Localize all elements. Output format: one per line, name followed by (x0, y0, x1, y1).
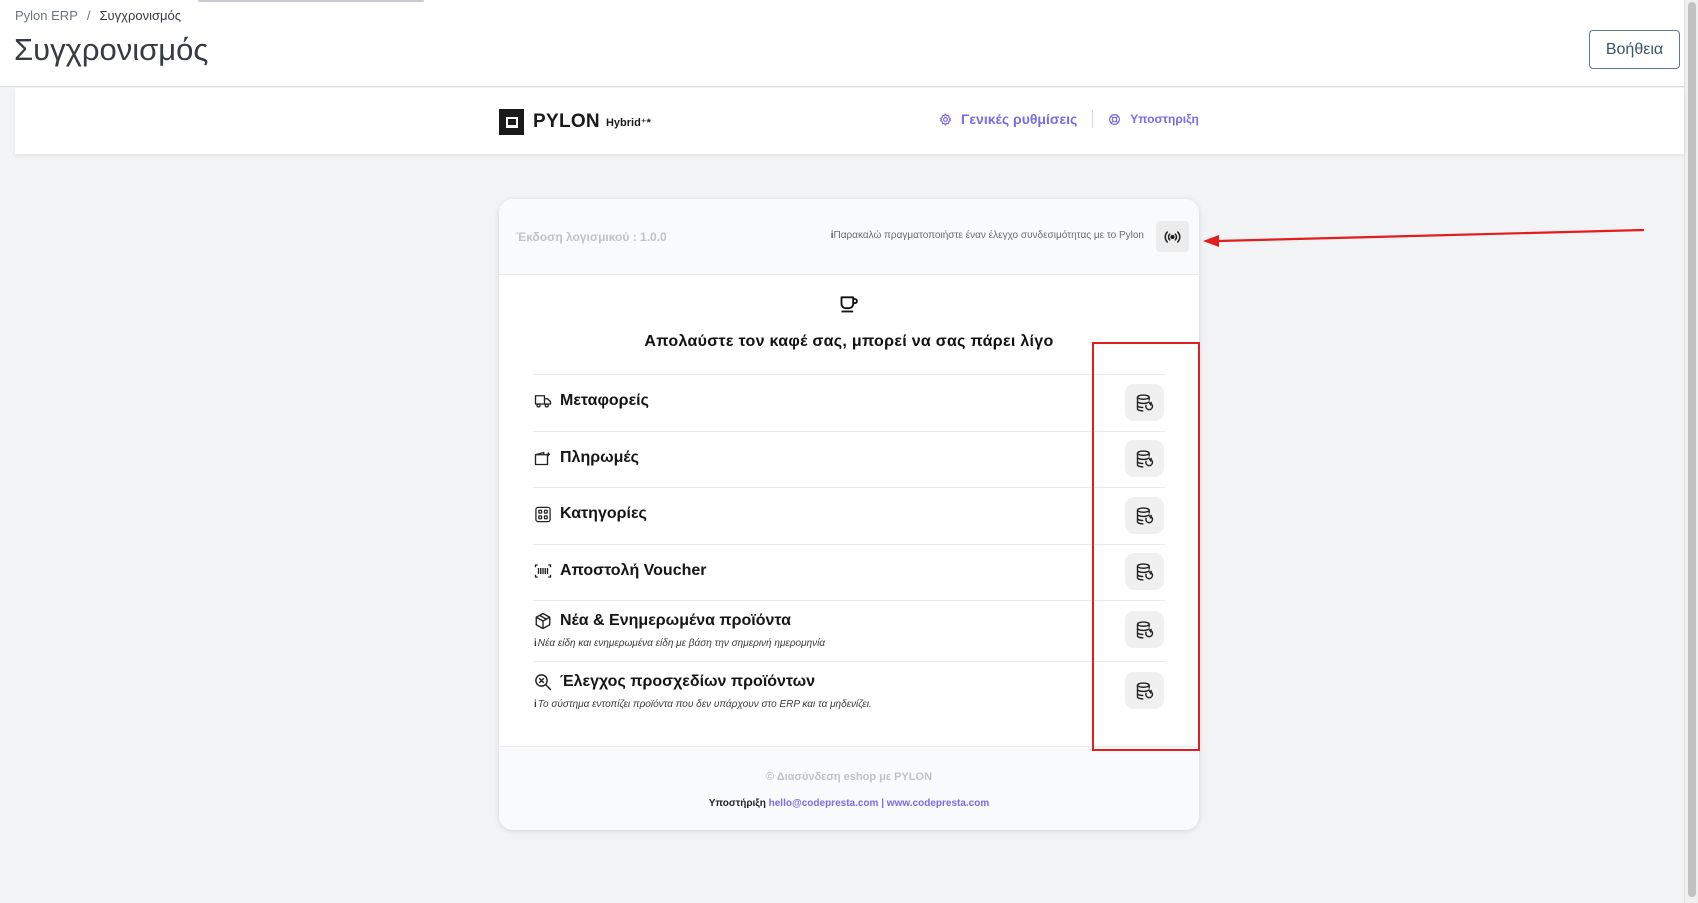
sync-item-note-text: Νέα είδη και ενημερωμένα είδη με βάση τη… (537, 638, 826, 649)
gear-icon (939, 112, 952, 126)
sync-list: Μεταφορείς Πληρωμές Κατηγορίες Αποστολή … (533, 374, 1165, 722)
nav-divider (1092, 110, 1094, 128)
sync-item-title: Μεταφορείς (534, 392, 649, 410)
nav-general-settings[interactable]: Γενικές ρυθμίσεις (939, 111, 1077, 127)
breadcrumb: Pylon ERP / Συγχρονισμός (15, 8, 181, 23)
box-icon (535, 612, 551, 630)
barcode-icon (534, 564, 552, 578)
pylon-logo: PYLON Hybrid⁺* (499, 109, 651, 135)
card-header: Έκδοση λογισμικού : 1.0.0 iΠαρακαλώ πραγ… (499, 199, 1199, 275)
nav-support-label: Υποστηριξη (1130, 112, 1199, 126)
sync-item-title: Αποστολή Voucher (534, 562, 707, 580)
logo-mark-icon (499, 109, 524, 135)
website-link[interactable]: www.codepresta.com (887, 798, 989, 809)
info-icon: i (534, 638, 537, 649)
truck-icon (534, 395, 552, 408)
sync-item-payments: Πληρωμές (533, 431, 1165, 487)
software-version: Έκδοση λογισμικού : 1.0.0 (516, 230, 667, 244)
scrollbar-thumb[interactable] (1688, 2, 1696, 897)
sync-item-voucher: Αποστολή Voucher (533, 544, 1165, 600)
annotation-highlight-box (1092, 342, 1200, 751)
support-email-link[interactable]: hello@codepresta.com (769, 798, 879, 809)
footer-divider: | (881, 798, 885, 809)
sync-item-note: iΝέα είδη και ενημερωμένα είδη με βάση τ… (534, 638, 825, 649)
lifebuoy-icon (1109, 113, 1121, 125)
search-x-icon (535, 674, 552, 691)
sync-item-categories: Κατηγορίες (533, 487, 1165, 544)
module-nav-bar: PYLON Hybrid⁺* Γενικές ρυθμίσεις Υποστηρ… (15, 88, 1684, 154)
sync-item-label: Πληρωμές (560, 449, 639, 466)
broadcast-icon (1164, 230, 1181, 243)
breadcrumb-current: Συγχρονισμός (99, 8, 182, 23)
sync-item-content: Νέα & Ενημερωμένα προϊόντα iΝέα είδη και… (534, 612, 825, 649)
sync-item-label: Μεταφορείς (560, 392, 649, 409)
page-title: Συγχρονισμός (14, 32, 209, 67)
sync-item-label: Αποστολή Voucher (560, 562, 707, 579)
logo-subtext: Hybrid⁺* (605, 116, 651, 129)
help-button[interactable]: Βοήθεια (1589, 30, 1680, 69)
nav-support[interactable]: Υποστηριξη (1108, 112, 1199, 126)
connectivity-test-button[interactable] (1156, 221, 1189, 252)
connectivity-note: iΠαρακαλώ πραγματοποιήστε έναν έλεγχο συ… (831, 230, 1144, 241)
module-nav: Γενικές ρυθμίσεις Υποστηριξη (939, 110, 1199, 128)
sync-item-note: iΤο σύστημα εντοπίζει προϊόντα που δεν υ… (534, 699, 872, 710)
wallet-icon (534, 451, 551, 465)
support-label: Υποστήριξη (708, 798, 766, 809)
sync-item-note-text: Το σύστημα εντοπίζει προϊόντα που δεν υπ… (537, 699, 872, 710)
nav-general-settings-label: Γενικές ρυθμίσεις (961, 111, 1078, 127)
breadcrumb-separator: / (86, 8, 91, 23)
sync-item-label: Νέα & Ενημερωμένα προϊόντα (560, 612, 791, 629)
info-icon: i (534, 699, 537, 710)
coffee-icon (840, 296, 858, 313)
logo-text: PYLON (533, 111, 600, 132)
connectivity-note-text: Παρακαλώ πραγματοποιήστε έναν έλεγχο συν… (833, 230, 1144, 241)
sync-item-new-products: Νέα & Ενημερωμένα προϊόντα iΝέα είδη και… (533, 600, 1165, 661)
footer-support: Υποστήριξη hello@codepresta.com | www.co… (499, 798, 1199, 809)
sync-item-label: Κατηγορίες (560, 505, 647, 522)
sync-item-title: Νέα & Ενημερωμένα προϊόντα (534, 612, 825, 630)
footer-credit: © Διασύνδεση eshop με PYLON (765, 771, 933, 783)
page-scrollbar[interactable] (1684, 0, 1698, 903)
sync-item-title: Κατηγορίες (534, 505, 647, 523)
card-footer: © Διασύνδεση eshop με PYLON Υποστήριξη h… (499, 746, 1199, 830)
sync-item-carriers: Μεταφορείς (533, 374, 1165, 431)
breadcrumb-root[interactable]: Pylon ERP (15, 8, 78, 23)
sync-item-title: Έλεγχος προσχεδίων προϊόντων (534, 673, 872, 691)
tab-indicator (198, 0, 424, 2)
sync-item-title: Πληρωμές (534, 449, 639, 467)
sync-item-content: Έλεγχος προσχεδίων προϊόντων iΤο σύστημα… (534, 673, 872, 710)
page-header: Pylon ERP / Συγχρονισμός Συγχρονισμός Βοήθ… (0, 0, 1684, 87)
sync-item-label: Έλεγχος προσχεδίων προϊόντων (560, 673, 816, 690)
sync-item-draft-products: Έλεγχος προσχεδίων προϊόντων iΤο σύστημα… (533, 661, 1165, 722)
grid-icon (535, 506, 551, 522)
